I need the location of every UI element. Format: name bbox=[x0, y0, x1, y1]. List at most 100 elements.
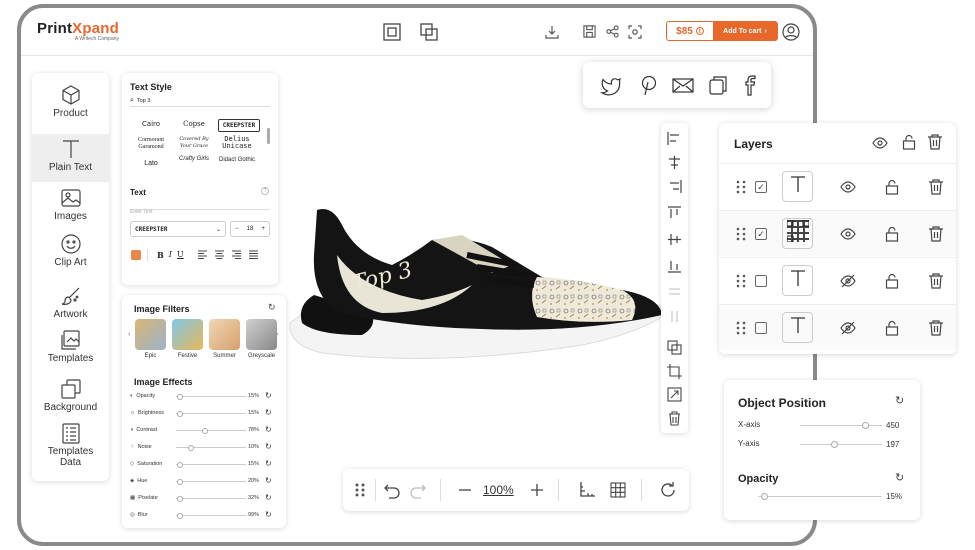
lock-icon[interactable] bbox=[884, 179, 900, 195]
effect-slider-knob[interactable] bbox=[202, 427, 209, 434]
y-axis-knob[interactable] bbox=[830, 441, 838, 448]
trash-icon[interactable] bbox=[927, 134, 943, 150]
layer-checkbox[interactable] bbox=[755, 275, 767, 287]
align-justify-icon[interactable] bbox=[249, 250, 258, 259]
filter-epic-thumb[interactable] bbox=[135, 319, 166, 350]
font-size-stepper[interactable]: − 18 + bbox=[230, 221, 270, 237]
effect-slider-knob[interactable] bbox=[176, 478, 183, 485]
italic-button[interactable]: I bbox=[169, 250, 172, 260]
sidebar-item-artwork[interactable]: Artwork bbox=[32, 285, 109, 333]
effect-slider-knob[interactable] bbox=[176, 461, 183, 468]
font-list-scrollbar[interactable] bbox=[267, 128, 270, 144]
effect-slider-track[interactable] bbox=[176, 413, 246, 414]
delete-icon[interactable] bbox=[667, 411, 682, 426]
decrease-size-button[interactable]: − bbox=[235, 226, 239, 232]
lock-icon[interactable] bbox=[884, 226, 900, 242]
grid-icon[interactable] bbox=[609, 481, 627, 499]
eye-off-icon[interactable] bbox=[840, 273, 856, 289]
eye-icon[interactable] bbox=[872, 135, 888, 151]
effect-slider-knob[interactable] bbox=[176, 393, 183, 400]
align-left-icon[interactable] bbox=[198, 250, 207, 259]
resize-icon[interactable] bbox=[667, 387, 682, 402]
effect-slider-knob[interactable] bbox=[176, 512, 183, 519]
reset-position-icon[interactable]: ↻ bbox=[895, 394, 904, 407]
lock-icon[interactable] bbox=[884, 320, 900, 336]
drag-handle-icon[interactable] bbox=[733, 179, 749, 195]
align-v-center-icon[interactable] bbox=[667, 232, 682, 247]
font-option-cormorant[interactable]: Cormorant Garamond bbox=[130, 137, 172, 151]
lock-icon[interactable] bbox=[901, 134, 917, 150]
opacity-knob[interactable] bbox=[760, 493, 768, 500]
font-option-creepster[interactable]: CREEPSTER bbox=[218, 119, 260, 132]
layer-row[interactable]: ✓ bbox=[719, 163, 956, 209]
zoom-in-icon[interactable] bbox=[528, 481, 546, 499]
sidebar-item-plain-text[interactable]: Plain Text bbox=[32, 134, 109, 182]
download-icon[interactable] bbox=[545, 25, 559, 39]
user-avatar-icon[interactable] bbox=[782, 23, 800, 41]
x-axis-track[interactable] bbox=[800, 425, 882, 426]
font-option-crafty-girls[interactable]: Crafty Girls bbox=[173, 156, 215, 163]
align-h-center-icon[interactable] bbox=[667, 155, 682, 170]
logo[interactable]: PrintXpand A Writech Company bbox=[37, 20, 119, 42]
filter-summer-thumb[interactable] bbox=[209, 319, 240, 350]
align-top-icon[interactable] bbox=[667, 206, 682, 221]
effect-reset-icon[interactable]: ↻ bbox=[265, 459, 272, 468]
align-left-edge-icon[interactable] bbox=[667, 131, 682, 146]
help-icon[interactable]: ? bbox=[261, 187, 269, 195]
reset-opacity-icon[interactable]: ↻ bbox=[895, 471, 904, 484]
underline-button[interactable]: U bbox=[177, 250, 184, 260]
drag-handle-icon[interactable] bbox=[351, 481, 369, 499]
sidebar-item-templates-data[interactable]: Templates Data bbox=[32, 422, 109, 474]
info-icon[interactable]: i bbox=[695, 27, 704, 35]
distribute-h-icon[interactable] bbox=[667, 284, 682, 299]
eye-icon[interactable] bbox=[840, 226, 856, 242]
layer-checkbox[interactable]: ✓ bbox=[755, 181, 767, 193]
trash-icon[interactable] bbox=[928, 179, 944, 195]
sidebar-item-product[interactable]: Product bbox=[32, 84, 109, 134]
y-axis-track[interactable] bbox=[800, 444, 882, 445]
effect-slider-track[interactable] bbox=[176, 447, 246, 448]
email-icon[interactable] bbox=[672, 74, 694, 96]
opacity-slider[interactable]: 15% bbox=[738, 491, 908, 503]
effect-reset-icon[interactable]: ↻ bbox=[265, 408, 272, 417]
sidebar-item-clip-art[interactable]: Clip Art bbox=[32, 233, 109, 281]
font-option-delius-unicase[interactable]: Delius Unicase bbox=[216, 136, 258, 150]
redo-icon[interactable] bbox=[409, 481, 427, 499]
copy-icon[interactable] bbox=[667, 340, 682, 355]
align-right-edge-icon[interactable] bbox=[667, 179, 682, 194]
x-axis-knob[interactable] bbox=[862, 422, 870, 429]
opacity-track[interactable] bbox=[758, 496, 882, 497]
effect-slider-track[interactable] bbox=[176, 396, 246, 397]
y-axis-slider[interactable]: Y-axis 197 bbox=[738, 439, 908, 451]
save-icon[interactable] bbox=[583, 25, 596, 38]
x-axis-slider[interactable]: X-axis 450 bbox=[738, 420, 908, 432]
undo-icon[interactable] bbox=[383, 481, 401, 499]
facebook-icon[interactable] bbox=[738, 74, 760, 96]
pinterest-icon[interactable] bbox=[638, 74, 660, 96]
effect-reset-icon[interactable]: ↻ bbox=[265, 391, 272, 400]
share-icon[interactable] bbox=[606, 25, 619, 38]
trash-icon[interactable] bbox=[928, 226, 944, 242]
layer-thumbnail[interactable] bbox=[782, 312, 813, 343]
font-option-lato[interactable]: Lato bbox=[130, 160, 172, 167]
effect-slider-track[interactable] bbox=[176, 430, 246, 431]
copy-link-icon[interactable] bbox=[707, 74, 729, 96]
layer-checkbox[interactable]: ✓ bbox=[755, 228, 767, 240]
zoom-level[interactable]: 100% bbox=[483, 483, 514, 497]
zoom-out-icon[interactable] bbox=[456, 481, 474, 499]
lock-icon[interactable] bbox=[884, 273, 900, 289]
effect-slider-track[interactable] bbox=[176, 498, 246, 499]
eye-off-icon[interactable] bbox=[840, 320, 856, 336]
add-to-cart-button[interactable]: Add To cart › bbox=[713, 22, 777, 40]
effect-slider-track[interactable] bbox=[176, 481, 246, 482]
font-family-select[interactable]: CREEPSTER ⌄ bbox=[130, 221, 226, 237]
effect-reset-icon[interactable]: ↻ bbox=[265, 442, 272, 451]
drag-handle-icon[interactable] bbox=[733, 320, 749, 336]
effect-reset-icon[interactable]: ↻ bbox=[265, 493, 272, 502]
trash-icon[interactable] bbox=[928, 273, 944, 289]
sidebar-item-background[interactable]: Background bbox=[32, 378, 109, 420]
layer-thumbnail[interactable] bbox=[782, 171, 813, 202]
layer-checkbox[interactable] bbox=[755, 322, 767, 334]
sidebar-item-images[interactable]: Images bbox=[32, 187, 109, 231]
increase-size-button[interactable]: + bbox=[261, 226, 265, 232]
